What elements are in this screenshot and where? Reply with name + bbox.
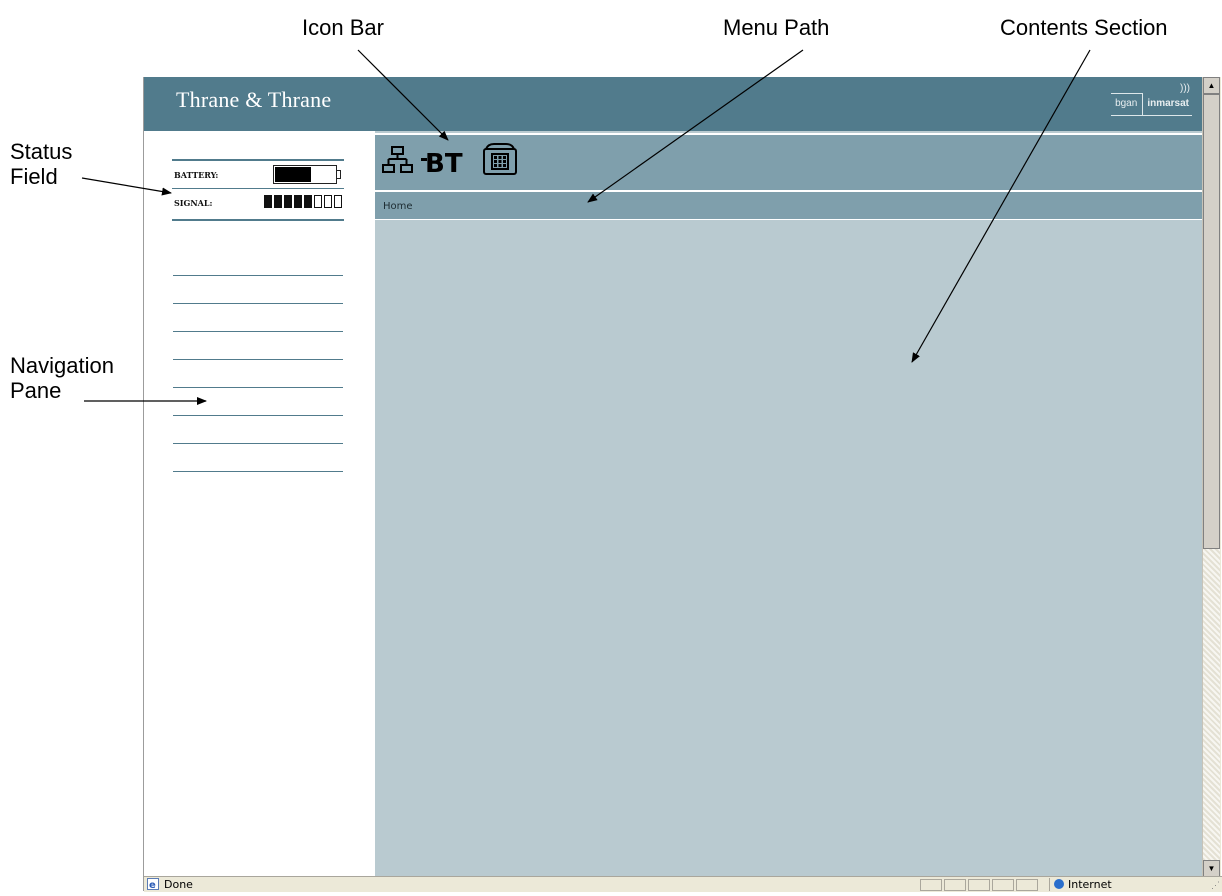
bgan-logo-text: bgan [1111,93,1144,115]
contents-section: BT Home [375,131,1202,876]
menu-path: Home [375,190,1202,220]
signal-row: SIGNAL: [172,189,344,216]
vertical-scrollbar[interactable]: ▲ ▼ [1202,77,1221,877]
page-header: Thrane & Thrane bgan inmarsat ))) [144,77,1202,131]
navigation-item[interactable] [173,303,343,331]
brand-logo: Thrane & Thrane [176,87,332,112]
bgan-inmarsat-logo: bgan inmarsat ))) [1111,83,1192,116]
zone-label: Internet [1068,878,1112,891]
resize-grip-icon[interactable]: ⋰ [1211,880,1220,891]
signal-bar [324,195,332,208]
callout-navigation-pane-1: Navigation [10,353,114,378]
status-text: Done [164,878,193,891]
browser-window: Thrane & Thrane bgan inmarsat ))) BATTERY… [144,77,1222,892]
callout-icon-bar: Icon Bar [302,15,384,40]
signal-bar [304,195,312,208]
network-icon[interactable] [381,145,415,175]
signal-waves-icon: ))) [1180,83,1190,94]
navigation-item[interactable] [173,359,343,387]
navigation-item[interactable] [173,443,343,471]
status-cell [992,879,1014,891]
status-cell [1016,879,1038,891]
battery-icon [273,165,337,184]
svg-text:e: e [149,880,156,890]
bt-icon-text: BT [425,149,463,177]
signal-label: SIGNAL: [174,198,213,208]
globe-icon [1054,879,1064,889]
navigation-item[interactable] [173,415,343,443]
status-cells [920,878,1040,891]
scroll-track[interactable] [1203,549,1220,860]
callout-menu-path: Menu Path [723,15,830,40]
navigation-item[interactable] [173,331,343,359]
scroll-down-button[interactable]: ▼ [1203,860,1220,877]
scroll-up-button[interactable]: ▲ [1203,77,1220,94]
inmarsat-logo-text: inmarsat [1147,98,1189,109]
signal-strength-icon [264,195,344,209]
navigation-item[interactable] [173,387,343,415]
status-cell [968,879,990,891]
scroll-thumb[interactable] [1203,94,1220,549]
phone-icon[interactable] [482,142,518,176]
navigation-item[interactable] [173,275,343,303]
signal-bar [294,195,302,208]
signal-bar [274,195,282,208]
callout-navigation-pane-2: Pane [10,378,62,403]
bluetooth-bt-icon[interactable]: BT [421,145,465,177]
status-field: BATTERY: SIGNAL: [172,159,344,221]
menu-path-home[interactable]: Home [383,201,413,212]
signal-bar [264,195,272,208]
page-icon: e [147,878,159,890]
callout-contents-section: Contents Section [1000,15,1168,40]
battery-level-fill [275,167,311,182]
battery-tip [336,170,341,179]
signal-bar [334,195,342,208]
signal-bar [314,195,322,208]
navigation-pane: BATTERY: SIGNAL: [144,131,375,876]
security-zone: Internet [1049,878,1154,891]
status-cell [944,879,966,891]
callout-status-field-1: Status [10,139,73,164]
battery-row: BATTERY: [172,161,344,189]
navigation-item[interactable] [173,471,343,499]
icon-bar: BT [375,133,1202,190]
navigation-menu [173,275,343,499]
signal-bar [284,195,292,208]
battery-label: BATTERY: [174,170,219,180]
callout-status-field-2: Field [10,164,58,189]
status-cell [920,879,942,891]
browser-status-bar: e Done Internet ⋰ [144,876,1222,892]
